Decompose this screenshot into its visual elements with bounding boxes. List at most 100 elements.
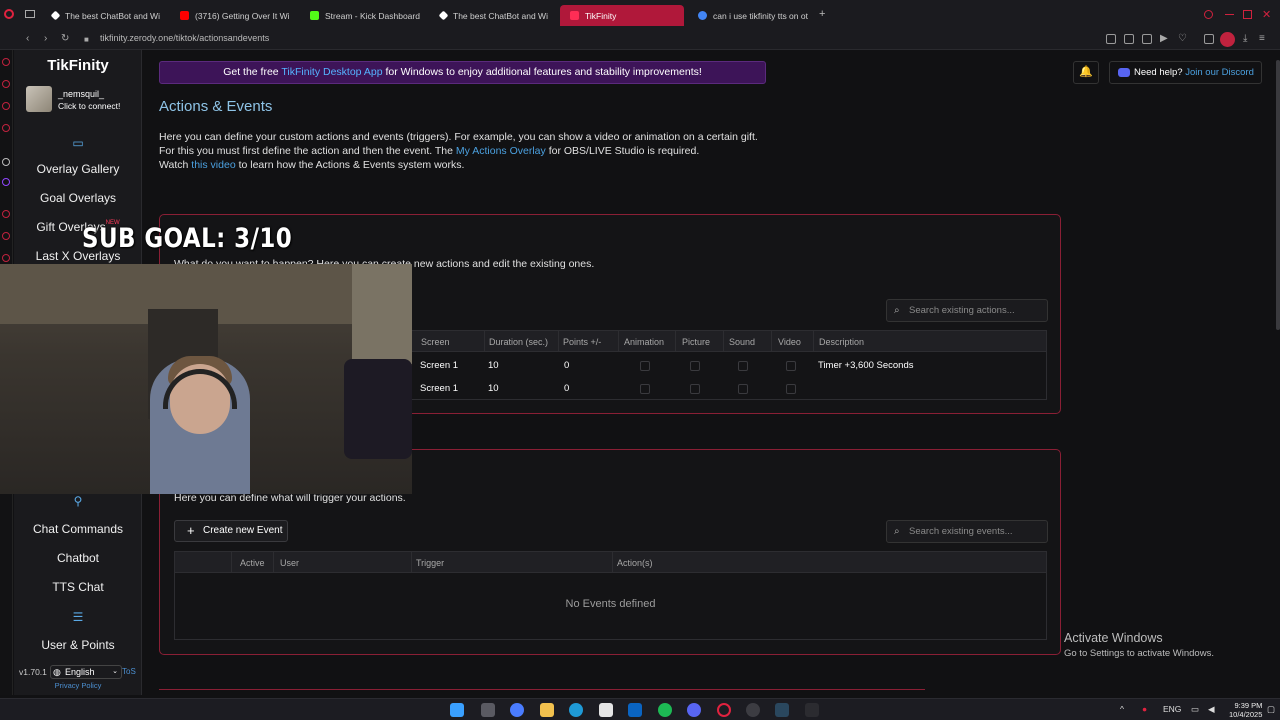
intro-line-1: Here you can define your custom actions … bbox=[159, 131, 758, 143]
col-video[interactable]: Video bbox=[778, 337, 801, 347]
minimize-icon[interactable] bbox=[1225, 14, 1234, 15]
profile-avatar[interactable] bbox=[1220, 32, 1235, 47]
col-picture[interactable]: Picture bbox=[682, 337, 710, 347]
col-sound[interactable]: Sound bbox=[729, 337, 755, 347]
rail-icon[interactable] bbox=[2, 158, 10, 166]
shelf-image bbox=[352, 264, 412, 364]
obs-icon[interactable] bbox=[746, 703, 760, 717]
copilot-icon[interactable] bbox=[510, 703, 524, 717]
sidebar-item-overlay-gallery[interactable]: Overlay Gallery bbox=[14, 162, 142, 176]
empty-state: No Events defined bbox=[565, 598, 656, 610]
rail-icon[interactable] bbox=[2, 254, 10, 262]
tray-chevron-icon[interactable]: ^ bbox=[1120, 704, 1124, 714]
play-icon[interactable]: ▶ bbox=[1160, 33, 1168, 44]
maximize-icon[interactable] bbox=[1243, 10, 1252, 19]
rail-icon[interactable] bbox=[2, 232, 10, 240]
start-icon[interactable] bbox=[450, 703, 464, 717]
tab-kick[interactable]: Stream - Kick Dashboard bbox=[300, 5, 422, 26]
network-icon[interactable]: ▭ bbox=[1191, 704, 1199, 715]
rail-icon[interactable] bbox=[2, 210, 10, 218]
sidebar-item-tts-chat[interactable]: TTS Chat bbox=[14, 580, 142, 594]
tab-tikfinity[interactable]: TikFinity bbox=[560, 5, 684, 26]
col-screen[interactable]: Screen bbox=[421, 337, 450, 347]
col-description[interactable]: Description bbox=[819, 337, 864, 347]
sidebar-item-chatbot[interactable]: Chatbot bbox=[14, 551, 142, 565]
sidebar-item-goal-overlays[interactable]: Goal Overlays bbox=[14, 191, 142, 205]
back-icon[interactable]: ‹ bbox=[26, 33, 29, 44]
col-points[interactable]: Points +/- bbox=[563, 337, 601, 347]
col-animation[interactable]: Animation bbox=[624, 337, 664, 347]
url-field[interactable]: tikfinity.zerody.one/tiktok/actionsandev… bbox=[100, 33, 269, 43]
monitor-icon: ▭ bbox=[72, 136, 84, 150]
tab-chatbot-2[interactable]: The best ChatBot and Wi bbox=[430, 5, 550, 26]
close-window-icon[interactable]: ✕ bbox=[1262, 8, 1271, 21]
rail-icon[interactable] bbox=[2, 80, 10, 88]
animation-checkbox bbox=[640, 361, 650, 371]
intro-line-2: For this you must first define the actio… bbox=[159, 145, 700, 157]
volume-icon[interactable]: ◀ bbox=[1208, 704, 1215, 715]
scrollbar[interactable] bbox=[1276, 60, 1280, 330]
app-icon[interactable] bbox=[805, 703, 819, 717]
outlook-icon[interactable] bbox=[628, 703, 642, 717]
rail-icon[interactable] bbox=[2, 102, 10, 110]
avatar[interactable] bbox=[26, 86, 52, 112]
col-actions[interactable]: Action(s) bbox=[617, 558, 653, 568]
table-row[interactable]: Screen 1 10 0 bbox=[420, 382, 1040, 396]
microphone-icon[interactable]: ● bbox=[1142, 704, 1147, 714]
language-select[interactable]: ◍ English ⌄ bbox=[50, 665, 122, 679]
actions-overlay-link[interactable]: My Actions Overlay bbox=[456, 145, 546, 157]
col-duration[interactable]: Duration (sec.) bbox=[489, 337, 548, 347]
opera-icon[interactable] bbox=[717, 703, 731, 717]
search-tabs-icon[interactable] bbox=[1204, 10, 1213, 19]
file-explorer-icon[interactable] bbox=[540, 703, 554, 717]
menu-icon[interactable]: ≡ bbox=[1259, 33, 1265, 44]
steam-icon[interactable] bbox=[775, 703, 789, 717]
bell-icon[interactable]: 🔔 bbox=[1073, 61, 1099, 84]
language-indicator[interactable]: ENG bbox=[1163, 704, 1181, 714]
heart-icon[interactable]: ♡ bbox=[1178, 33, 1187, 44]
video-checkbox bbox=[786, 361, 796, 371]
activate-windows-subtitle: Go to Settings to activate Windows. bbox=[1064, 648, 1214, 659]
col-trigger[interactable]: Trigger bbox=[416, 558, 444, 568]
col-user[interactable]: User bbox=[280, 558, 299, 568]
spotify-icon[interactable] bbox=[658, 703, 672, 717]
tab-youtube[interactable]: (3716) Getting Over It Wi bbox=[170, 5, 292, 26]
sidebar-item-chat-commands[interactable]: Chat Commands bbox=[14, 522, 142, 536]
new-tab-button[interactable]: + bbox=[819, 8, 825, 20]
extension-icon[interactable] bbox=[1106, 34, 1116, 44]
search-icon[interactable] bbox=[481, 703, 495, 717]
col-active[interactable]: Active bbox=[240, 558, 265, 568]
twitch-rail-icon[interactable] bbox=[2, 178, 10, 186]
rail-icon[interactable] bbox=[2, 58, 10, 66]
tab-menu-icon[interactable] bbox=[25, 10, 35, 18]
tab-chatbot-1[interactable]: The best ChatBot and Wi bbox=[42, 5, 162, 26]
reload-icon[interactable]: ↻ bbox=[61, 33, 69, 44]
tab-google[interactable]: can i use tikfinity tts on ot bbox=[688, 5, 810, 26]
connect-link[interactable]: Click to connect! bbox=[58, 101, 120, 111]
intro-line-3: Watch this video to learn how the Action… bbox=[159, 159, 465, 171]
edge-icon[interactable] bbox=[569, 703, 583, 717]
table-row[interactable]: Screen 1 10 0 Timer +3,600 Seconds bbox=[420, 359, 1040, 373]
taskbar-clock[interactable]: 9:39 PM 10/4/2025 bbox=[1229, 701, 1262, 719]
rail-icon[interactable] bbox=[2, 124, 10, 132]
opera-logo-icon[interactable] bbox=[4, 9, 14, 19]
notification-icon[interactable]: ▢ bbox=[1267, 704, 1275, 715]
brand-logo[interactable]: TikFinity bbox=[14, 57, 142, 74]
privacy-link[interactable]: Privacy Policy bbox=[14, 681, 142, 690]
forward-icon[interactable]: › bbox=[44, 33, 47, 44]
snapshot-icon[interactable] bbox=[1142, 34, 1152, 44]
events-search-input[interactable]: ⌕ Search existing events... bbox=[886, 520, 1048, 543]
extensions-icon[interactable] bbox=[1204, 34, 1214, 44]
bookmark-icon[interactable] bbox=[1124, 34, 1134, 44]
discord-icon[interactable] bbox=[687, 703, 701, 717]
actions-search-input[interactable]: ⌕ Search existing actions... bbox=[886, 299, 1048, 322]
create-event-button[interactable]: + Create new Event bbox=[174, 520, 288, 542]
desktop-app-link[interactable]: TikFinity Desktop App bbox=[281, 66, 382, 78]
download-icon[interactable]: ⤓ bbox=[1243, 33, 1247, 44]
tos-link[interactable]: ToS bbox=[122, 667, 136, 676]
youtube-icon bbox=[180, 11, 189, 20]
store-icon[interactable] bbox=[599, 703, 613, 717]
sidebar-item-user-points[interactable]: User & Points bbox=[14, 638, 142, 652]
discord-help-button[interactable]: Need help? Join our Discord bbox=[1109, 61, 1262, 84]
video-link[interactable]: this video bbox=[191, 159, 235, 171]
